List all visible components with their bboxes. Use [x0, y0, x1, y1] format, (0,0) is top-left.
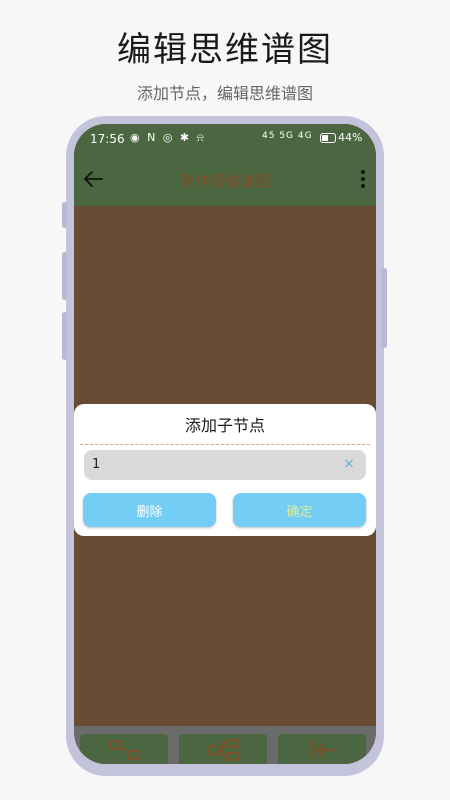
dialog-title: 添加子节点 [184, 416, 265, 435]
power-button [382, 268, 387, 348]
volume-down-button [62, 252, 67, 300]
status-icons: ◉ N ◎ ✱ ⍾ [130, 131, 206, 144]
promo-subtitle: 添加节点，编辑思维谱图 [136, 84, 313, 103]
battery-level: 44% [338, 131, 363, 144]
side-button [62, 312, 67, 360]
status-time: 17:56 [90, 132, 125, 146]
dialog-divider [80, 444, 370, 445]
tree-structure-icon [208, 739, 240, 761]
collapse-left-icon [310, 741, 336, 759]
collapse-left-button[interactable] [278, 734, 366, 764]
delete-button[interactable]: 删除 [83, 493, 216, 527]
tree-structure-button[interactable] [179, 734, 267, 764]
connect-nodes-icon [109, 740, 140, 760]
confirm-button[interactable]: 确定 [233, 493, 366, 527]
app-bar: 制作思维谱图 [74, 154, 376, 206]
more-vertical-icon[interactable] [360, 170, 366, 190]
promo-title: 编辑思维谱图 [117, 30, 333, 70]
add-child-node-dialog: 添加子节点 × 删除 确定 [74, 404, 376, 536]
battery-icon [320, 133, 336, 143]
connect-nodes-button[interactable] [80, 734, 168, 764]
status-bar: 17:56 ◉ N ◎ ✱ ⍾ 45 5G 4G 44% [74, 124, 376, 154]
page-title: 制作思维谱图 [179, 172, 270, 190]
clear-icon[interactable]: × [342, 457, 356, 471]
battery-indicator: 44% [320, 131, 362, 144]
network-signal-icon: 45 5G 4G [262, 131, 313, 141]
node-name-input[interactable] [84, 450, 366, 480]
bottom-toolbar [74, 726, 376, 764]
volume-up-button [62, 202, 67, 228]
